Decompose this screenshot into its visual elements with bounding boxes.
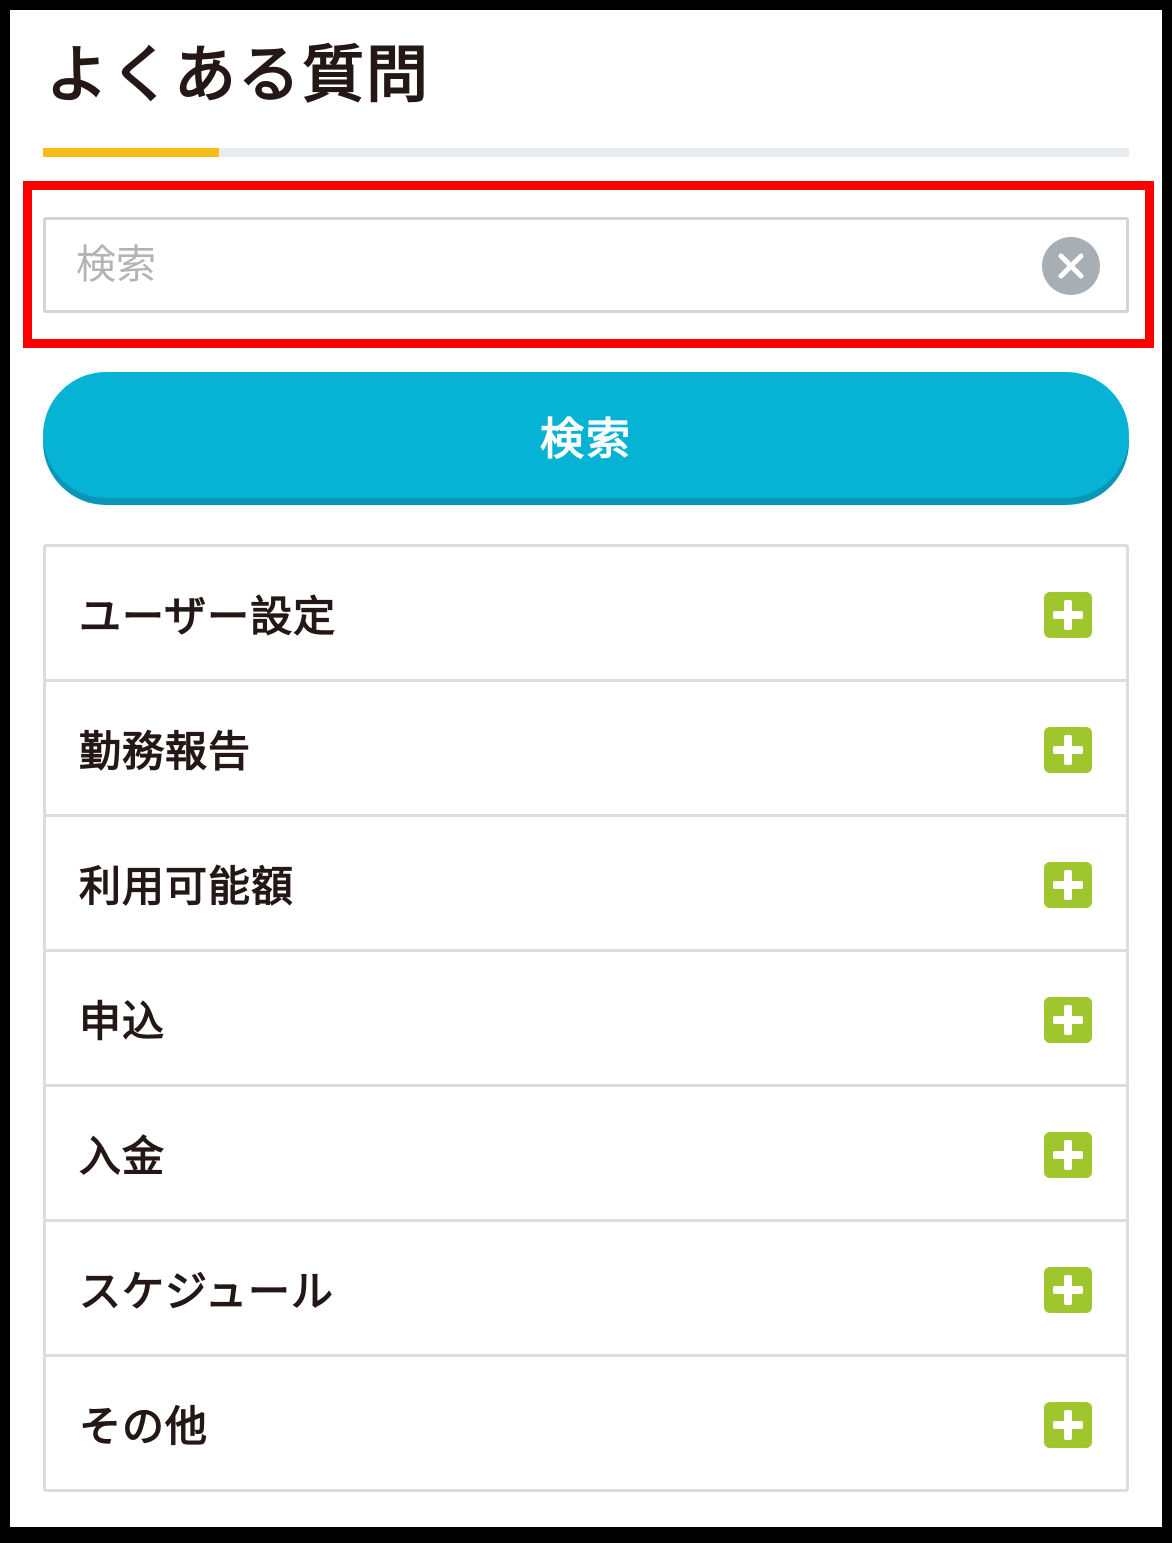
search-input[interactable] <box>46 220 1126 310</box>
faq-item-other[interactable]: その他 <box>43 1354 1129 1492</box>
faq-item-available-amount[interactable]: 利用可能額 <box>43 814 1129 952</box>
plus-square-icon[interactable] <box>1044 1267 1092 1313</box>
close-circle-icon[interactable] <box>1042 237 1100 295</box>
plus-square-icon[interactable] <box>1044 727 1092 773</box>
plus-square-icon[interactable] <box>1044 997 1092 1043</box>
plus-square-icon[interactable] <box>1044 1402 1092 1448</box>
faq-item-label: ユーザー設定 <box>79 591 337 641</box>
faq-item-deposit[interactable]: 入金 <box>43 1084 1129 1222</box>
title-underline-accent <box>43 148 219 157</box>
faq-item-user-settings[interactable]: ユーザー設定 <box>43 544 1129 682</box>
title-underline <box>43 148 1129 157</box>
faq-item-label: 利用可能額 <box>79 861 295 911</box>
search-field[interactable] <box>43 217 1129 313</box>
plus-square-icon[interactable] <box>1044 862 1092 908</box>
plus-square-icon[interactable] <box>1044 592 1092 638</box>
faq-item-label: 勤務報告 <box>79 726 252 776</box>
page-title: よくある質問 <box>46 38 431 111</box>
app-screen: よくある質問 検索 ユーザー設定 勤務報告 利用可能額 申込 <box>10 10 1162 1527</box>
faq-item-schedule[interactable]: スケジュール <box>43 1219 1129 1357</box>
search-button[interactable]: 検索 <box>43 372 1129 498</box>
faq-item-label: スケジュール <box>79 1266 335 1316</box>
faq-item-application[interactable]: 申込 <box>43 949 1129 1087</box>
faq-item-label: その他 <box>79 1401 209 1451</box>
faq-category-list: ユーザー設定 勤務報告 利用可能額 申込 入金 スケジュール その他 <box>43 544 1129 1492</box>
plus-square-icon[interactable] <box>1044 1132 1092 1178</box>
faq-item-label: 申込 <box>79 996 166 1046</box>
faq-item-work-report[interactable]: 勤務報告 <box>43 679 1129 817</box>
faq-item-label: 入金 <box>79 1131 166 1181</box>
